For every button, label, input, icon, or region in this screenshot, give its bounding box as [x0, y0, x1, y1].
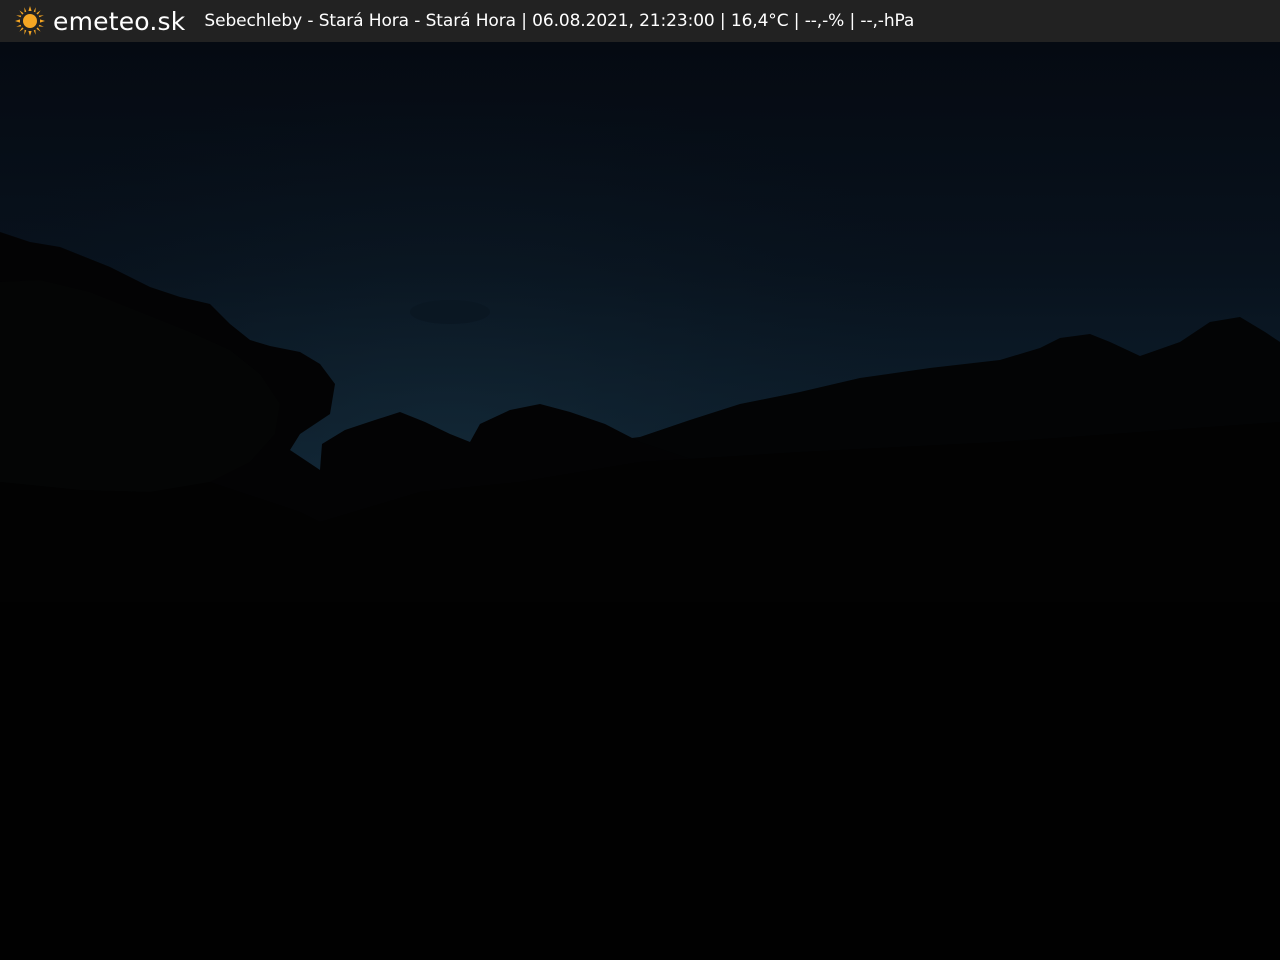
webcam-frame: emeteo.sk Sebechleby - Stará Hora - Star…	[0, 0, 1280, 960]
webcam-caption: Sebechleby - Stará Hora - Stará Hora | 0…	[204, 11, 915, 31]
ground-darkness	[0, 602, 1280, 960]
caption-bar: emeteo.sk Sebechleby - Stará Hora - Star…	[0, 0, 1280, 42]
webcam-scene	[0, 42, 1280, 960]
sun-icon	[15, 6, 45, 36]
brand-logo-text: emeteo.sk	[53, 6, 186, 36]
cloud-wisp	[410, 300, 490, 324]
